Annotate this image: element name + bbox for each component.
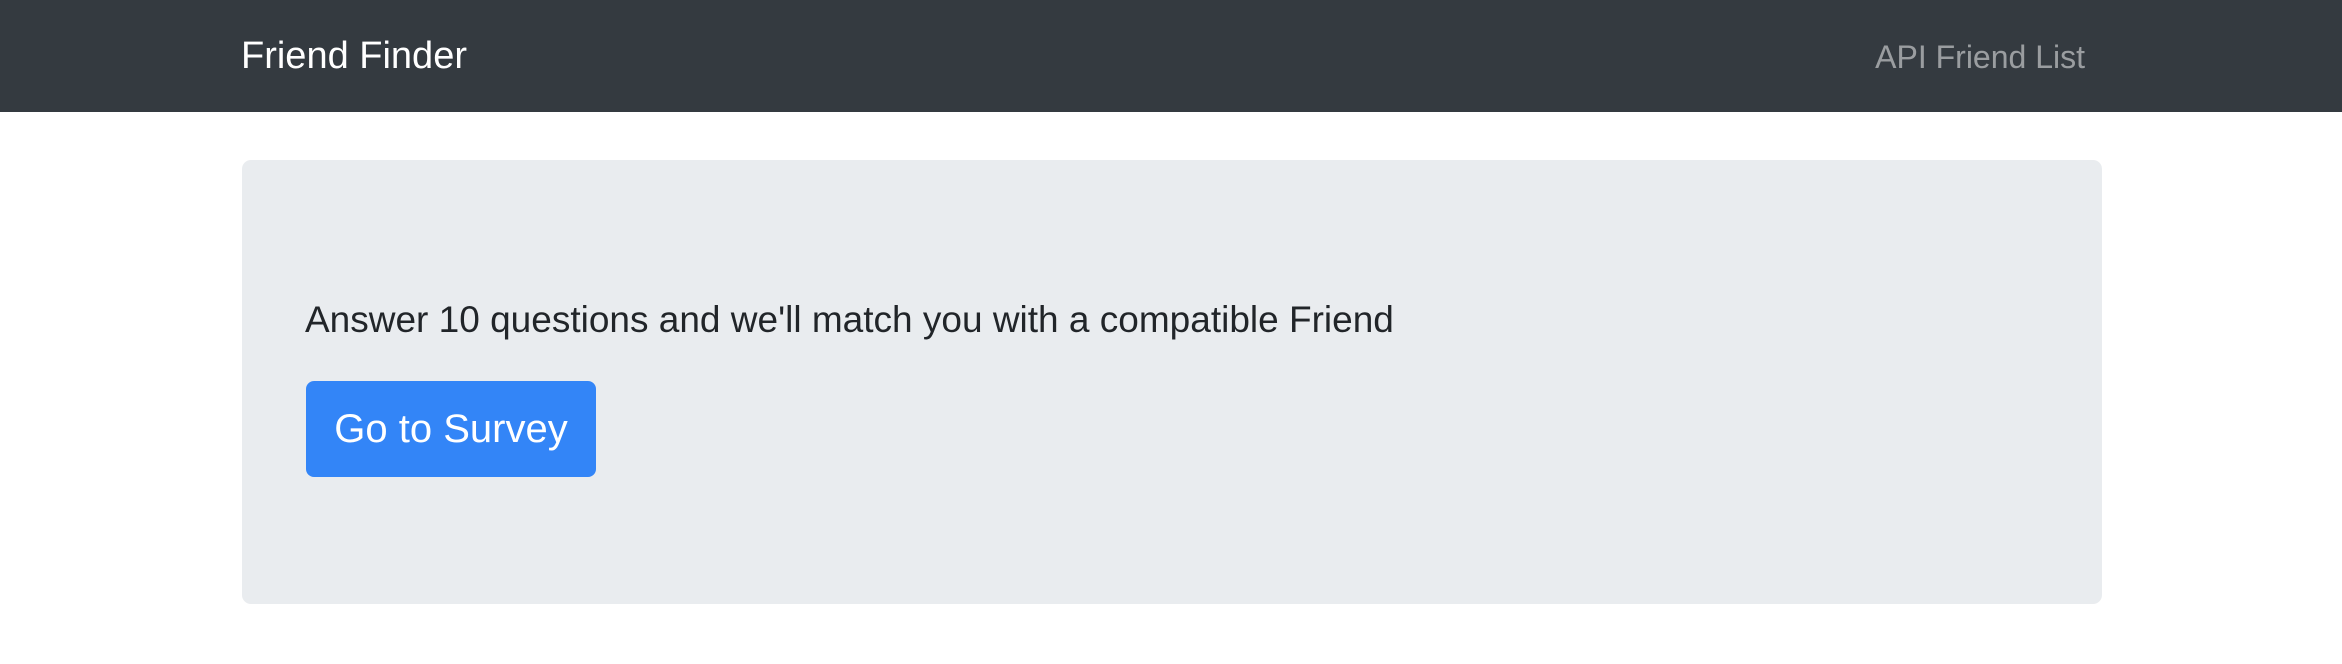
go-to-survey-button[interactable]: Go to Survey (306, 381, 596, 477)
api-friend-list-link[interactable]: API Friend List (1875, 34, 2085, 80)
lead-text: Answer 10 questions and we'll match you … (305, 299, 1394, 340)
top-navbar: Friend Finder API Friend List (0, 0, 2342, 112)
jumbotron: Answer 10 questions and we'll match you … (242, 160, 2102, 604)
navbar-brand-link[interactable]: Friend Finder (241, 30, 467, 82)
